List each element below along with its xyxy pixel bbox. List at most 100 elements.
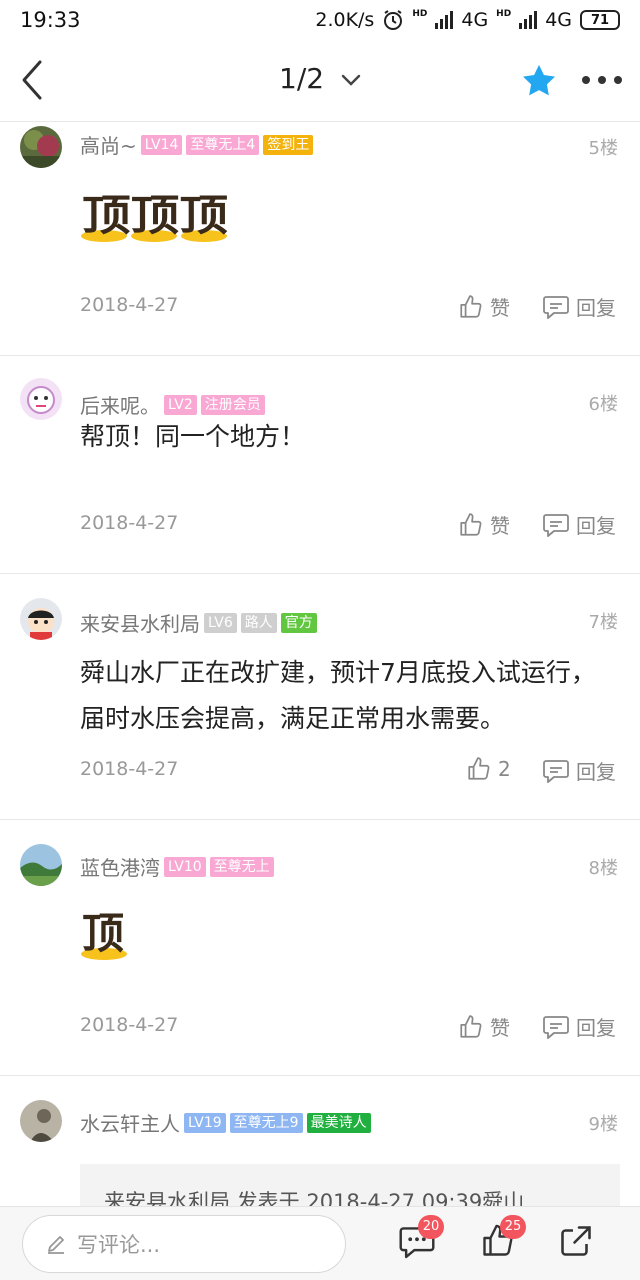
status-time: 19:33 <box>20 8 81 32</box>
comment-icon <box>543 1015 569 1039</box>
ding-emoji-icon: 顶 <box>81 912 127 960</box>
thumbs-up-icon <box>460 512 482 536</box>
hd-label-2: HD <box>496 9 512 19</box>
user-info: 水云轩主人 LV19 至尊无上9 最美诗人 <box>80 1108 371 1137</box>
like-button[interactable]: 赞 <box>458 292 510 321</box>
level-badge: LV2 <box>164 394 197 415</box>
reply-label: 回复 <box>576 760 616 784</box>
hd-label-1: HD <box>412 9 428 19</box>
like-count-badge: 25 <box>500 1215 526 1239</box>
alarm-icon <box>384 10 403 30</box>
post-date: 2018-4-27 <box>80 294 179 316</box>
pencil-icon <box>48 1236 64 1254</box>
username[interactable]: 蓝色港湾 <box>80 852 160 881</box>
reply-item: 水云轩主人 LV19 至尊无上9 最美诗人 9楼 来安县水利局 发表于 2018… <box>0 1076 640 1206</box>
favorite-button[interactable] <box>520 62 558 100</box>
ding-sticker: 顶顶顶 <box>80 194 230 244</box>
floor-number: 8楼 <box>588 858 618 879</box>
rank-badge: 至尊无上9 <box>229 1112 303 1133</box>
level-badge: LV10 <box>164 856 206 877</box>
reply-label: 回复 <box>576 514 616 538</box>
battery-icon: 71 <box>580 10 620 30</box>
official-badge: 官方 <box>280 612 317 633</box>
thumbs-up-icon <box>468 757 490 780</box>
reply-label: 回复 <box>576 296 616 320</box>
like-button[interactable]: 赞 <box>458 1012 510 1041</box>
user-info: 蓝色港湾 LV10 至尊无上 <box>80 852 274 881</box>
comment-placeholder: 写评论... <box>77 1233 161 1257</box>
username[interactable]: 来安县水利局 <box>80 608 200 637</box>
level-badge: LV19 <box>184 1112 226 1133</box>
like-label: 赞 <box>490 514 510 538</box>
like-label: 赞 <box>490 296 510 320</box>
avatar[interactable] <box>20 126 62 168</box>
post-date: 2018-4-27 <box>80 758 179 780</box>
floor-number: 9楼 <box>588 1114 618 1135</box>
like-button[interactable]: 2 <box>466 756 511 782</box>
rank-badge: 路人 <box>240 612 277 633</box>
title-badge: 签到王 <box>263 134 314 155</box>
comment-icon <box>543 513 569 537</box>
comment-count-badge: 20 <box>418 1215 444 1239</box>
post-date: 2018-4-27 <box>80 512 179 534</box>
floor-number: 7楼 <box>588 612 618 633</box>
avatar[interactable] <box>20 378 62 420</box>
status-icons: 2.0K/s HD 4G HD 4G 71 <box>315 9 620 31</box>
page-indicator: 1/2 <box>279 62 325 95</box>
reply-item: 来安县水利局 LV6 路人 官方 7楼 舜山水厂正在改扩建，预计7月底投入试运行… <box>0 574 640 820</box>
avatar[interactable] <box>20 1100 62 1142</box>
reply-text: 帮顶！同一个地方！ <box>80 422 306 451</box>
user-info: 高尚~ LV14 至尊无上4 签到王 <box>80 130 314 159</box>
ding-text: 顶 <box>82 912 124 958</box>
floor-number: 5楼 <box>588 138 618 159</box>
reply-button[interactable]: 回复 <box>542 510 616 539</box>
ding-text: 顶顶顶 <box>82 194 228 240</box>
star-icon <box>523 64 555 96</box>
comment-icon <box>543 759 569 783</box>
rank-badge: 至尊无上4 <box>186 134 260 155</box>
ding-sticker: 顶 <box>80 912 130 962</box>
thumbs-up-icon <box>460 1014 482 1038</box>
network-type-1: 4G <box>461 9 489 31</box>
like-label: 赞 <box>490 1016 510 1040</box>
reply-item: 高尚~ LV14 至尊无上4 签到王 5楼 顶顶顶 2018-4-27 赞 回复 <box>0 122 640 356</box>
bottom-action-bar: 写评论... 20 25 <box>0 1206 640 1280</box>
comments-button[interactable]: 20 <box>398 1215 444 1263</box>
ding-emoji-icon: 顶顶顶 <box>81 194 228 242</box>
status-bar: 19:33 2.0K/s HD 4G HD 4G 71 <box>0 0 640 40</box>
signal-icon <box>435 11 454 29</box>
avatar[interactable] <box>20 844 62 886</box>
like-count: 2 <box>498 757 511 781</box>
share-icon <box>561 1226 591 1256</box>
level-badge: LV14 <box>140 134 183 155</box>
top-nav-bar: 1/2 <box>0 40 640 122</box>
post-date: 2018-4-27 <box>80 1014 179 1036</box>
quoted-reply[interactable]: 来安县水利局 发表于 2018-4-27 09:39舜山 <box>80 1164 620 1206</box>
thumbs-up-icon <box>460 294 482 318</box>
like-post-button[interactable]: 25 <box>480 1215 526 1263</box>
reply-item: 后来呢。 LV2 注册会员 6楼 帮顶！同一个地方！ 2018-4-27 赞 回… <box>0 356 640 574</box>
username[interactable]: 高尚~ <box>80 130 137 159</box>
reply-text: 舜山水厂正在改扩建，预计7月底投入试运行，届时水压会提高，满足正常用水需要。 <box>80 658 596 733</box>
network-type-2: 4G <box>545 9 572 31</box>
username[interactable]: 水云轩主人 <box>80 1108 180 1137</box>
more-options-button[interactable] <box>582 76 622 86</box>
network-speed: 2.0K/s <box>315 9 375 31</box>
reply-item: 蓝色港湾 LV10 至尊无上 8楼 顶 2018-4-27 赞 回复 <box>0 820 640 1076</box>
rank-badge: 至尊无上 <box>209 856 274 877</box>
like-button[interactable]: 赞 <box>458 510 510 539</box>
chevron-down-icon <box>341 74 361 86</box>
share-button[interactable] <box>558 1223 598 1263</box>
reply-button[interactable]: 回复 <box>542 292 616 321</box>
avatar[interactable] <box>20 598 62 640</box>
reply-feed: 高尚~ LV14 至尊无上4 签到王 5楼 顶顶顶 2018-4-27 赞 回复… <box>0 122 640 1206</box>
floor-number: 6楼 <box>588 394 618 415</box>
reply-label: 回复 <box>576 1016 616 1040</box>
rank-badge: 注册会员 <box>200 394 265 415</box>
reply-button[interactable]: 回复 <box>542 756 616 785</box>
user-info: 来安县水利局 LV6 路人 官方 <box>80 608 317 637</box>
comment-icon <box>543 295 569 319</box>
comment-input[interactable]: 写评论... <box>22 1215 346 1273</box>
reply-button[interactable]: 回复 <box>542 1012 616 1041</box>
signal-icon-2 <box>519 11 538 29</box>
